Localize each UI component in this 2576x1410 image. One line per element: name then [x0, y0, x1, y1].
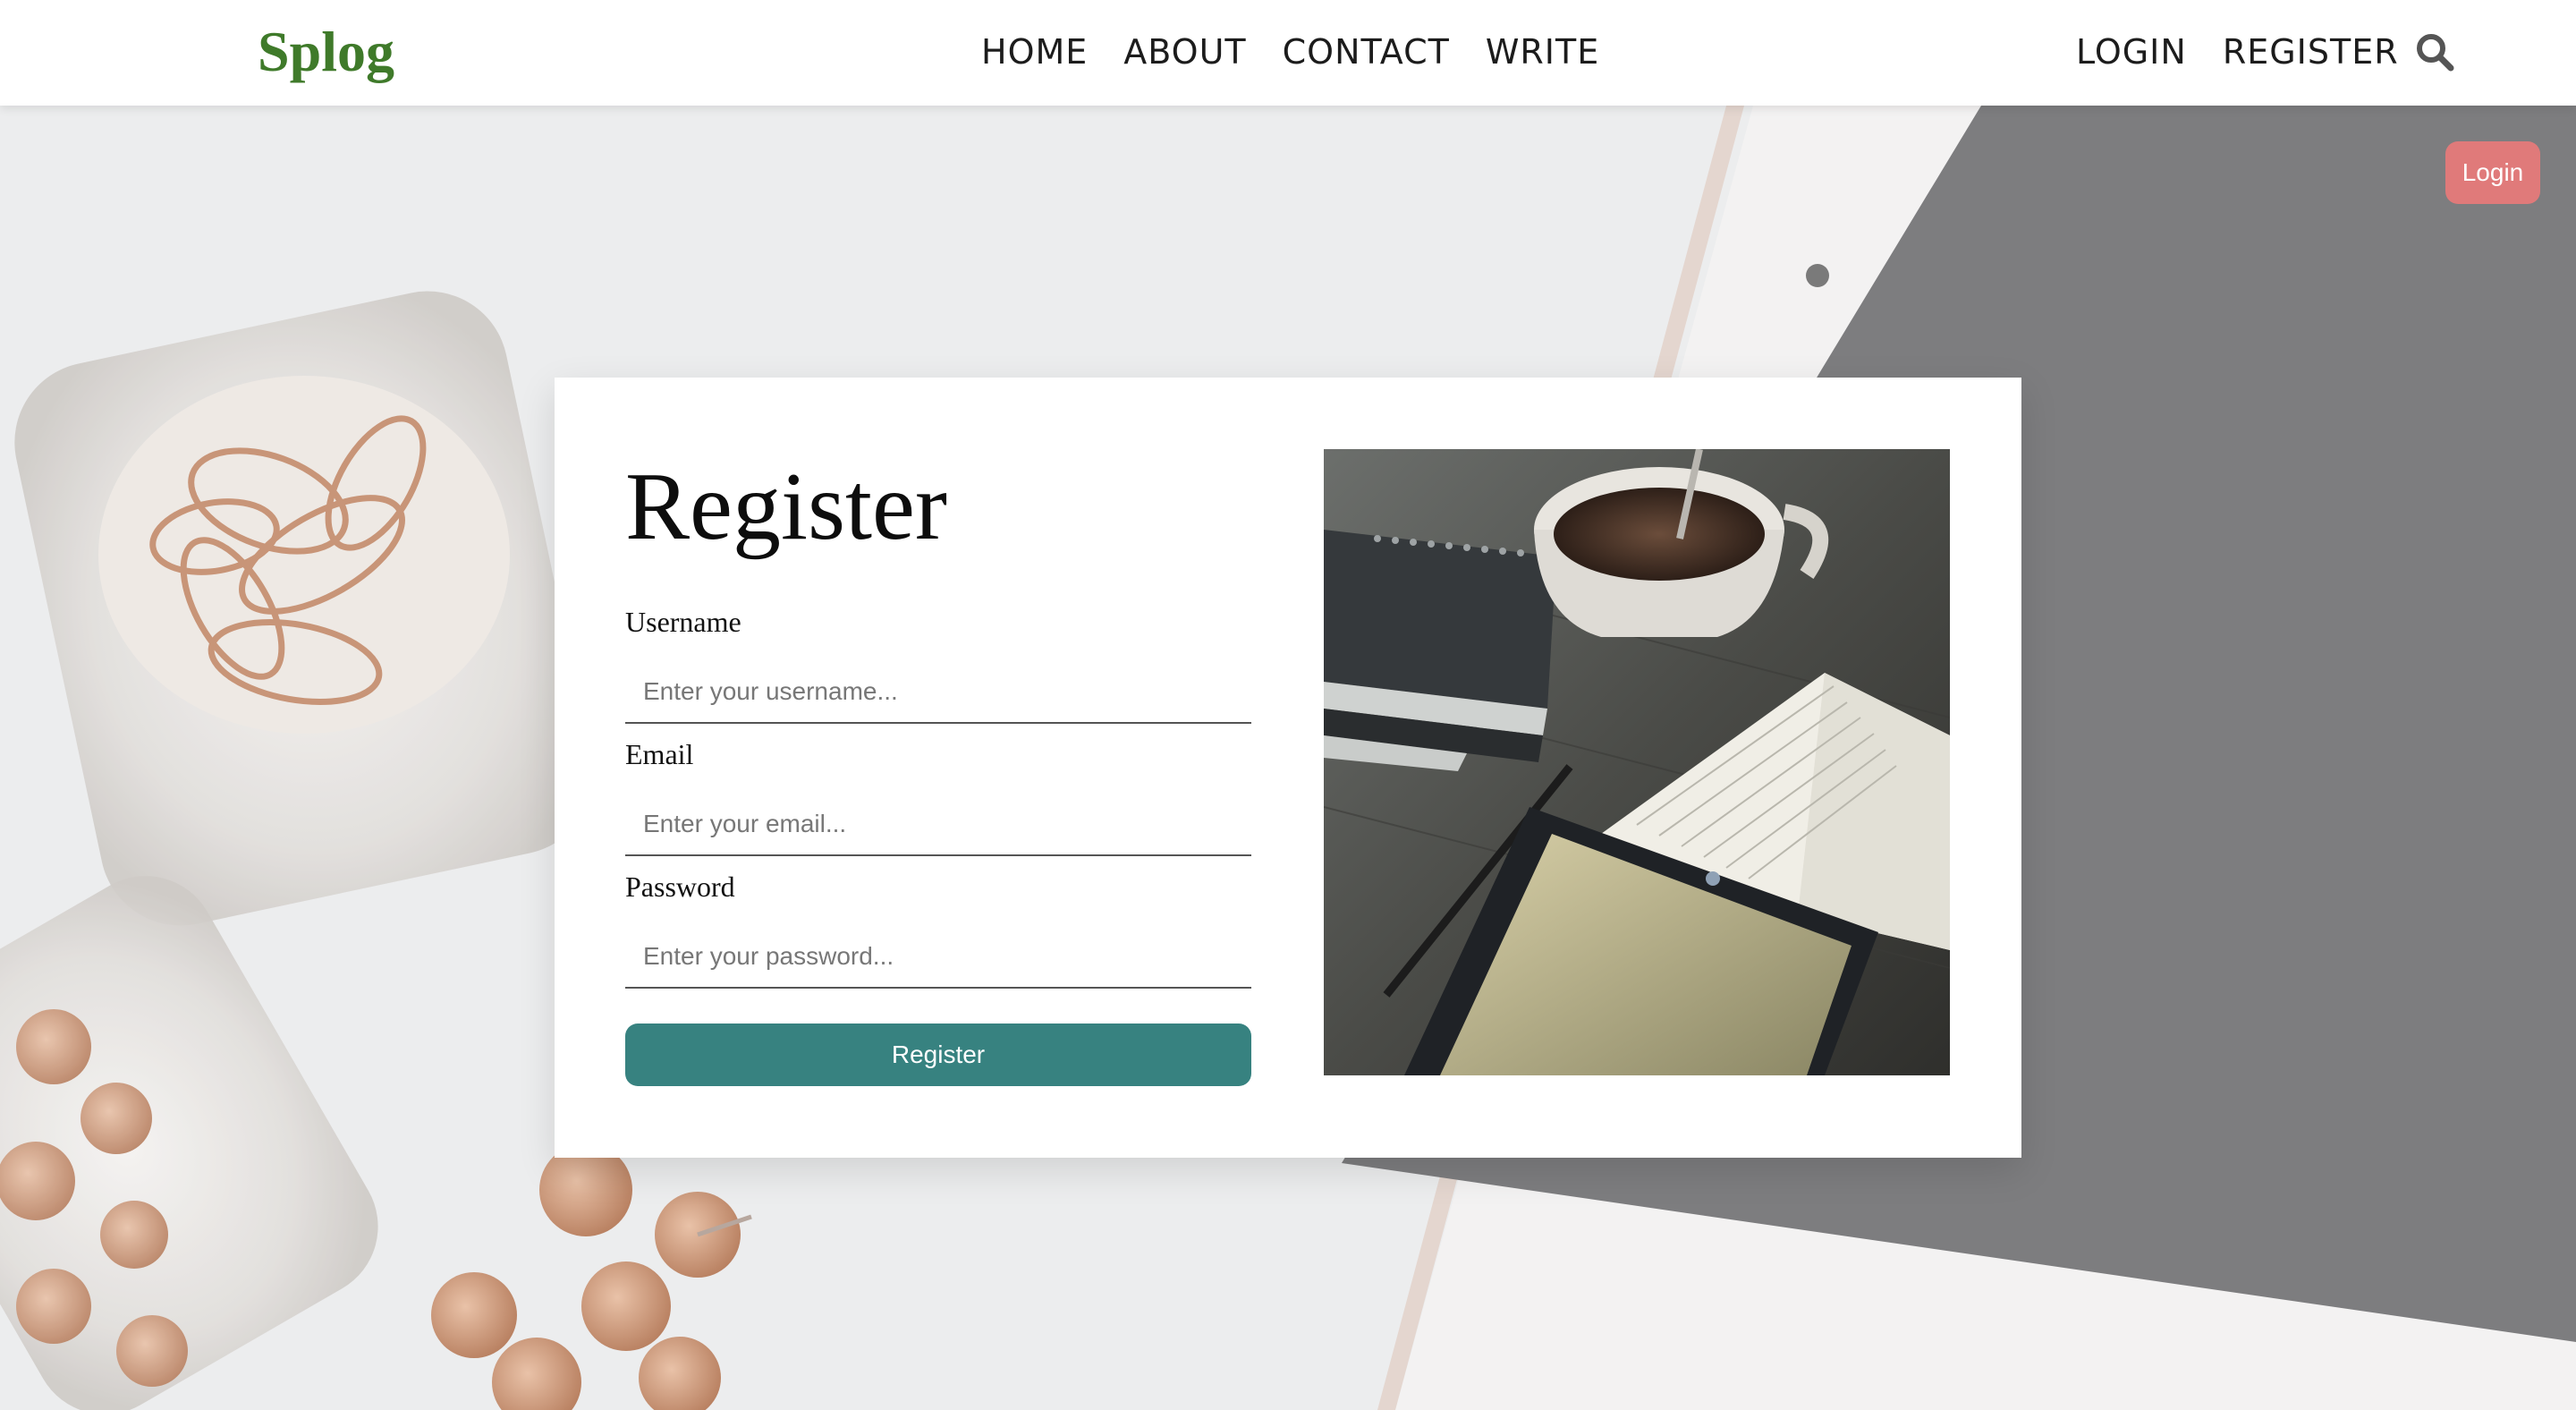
password-label: Password: [625, 871, 735, 903]
floating-login-button[interactable]: Login: [2445, 141, 2540, 204]
search-icon[interactable]: [2413, 30, 2458, 75]
nav-write-link[interactable]: WRITE: [1486, 27, 1599, 77]
site-logo[interactable]: Splog: [258, 16, 394, 88]
username-input[interactable]: [625, 661, 1251, 724]
nav-about-link[interactable]: ABOUT: [1123, 27, 1246, 77]
register-card: Register Username Email Password Registe…: [555, 378, 2021, 1158]
nav-home-link[interactable]: HOME: [981, 27, 1088, 77]
nav-contact-link[interactable]: CONTACT: [1283, 27, 1450, 77]
nav-login-link[interactable]: LOGIN: [2076, 27, 2187, 77]
email-input[interactable]: [625, 794, 1251, 856]
register-title: Register: [625, 454, 947, 560]
workspace-photo: [1324, 449, 1950, 1075]
account-nav: LOGIN REGISTER: [2076, 27, 2399, 77]
username-label: Username: [625, 606, 741, 638]
nav-register-link[interactable]: REGISTER: [2223, 27, 2399, 77]
register-button[interactable]: Register: [625, 1024, 1251, 1086]
password-input[interactable]: [625, 926, 1251, 989]
email-label: Email: [625, 738, 694, 770]
main-nav: HOME ABOUT CONTACT WRITE: [981, 27, 1599, 77]
top-navbar: Splog HOME ABOUT CONTACT WRITE LOGIN REG…: [0, 0, 2576, 106]
